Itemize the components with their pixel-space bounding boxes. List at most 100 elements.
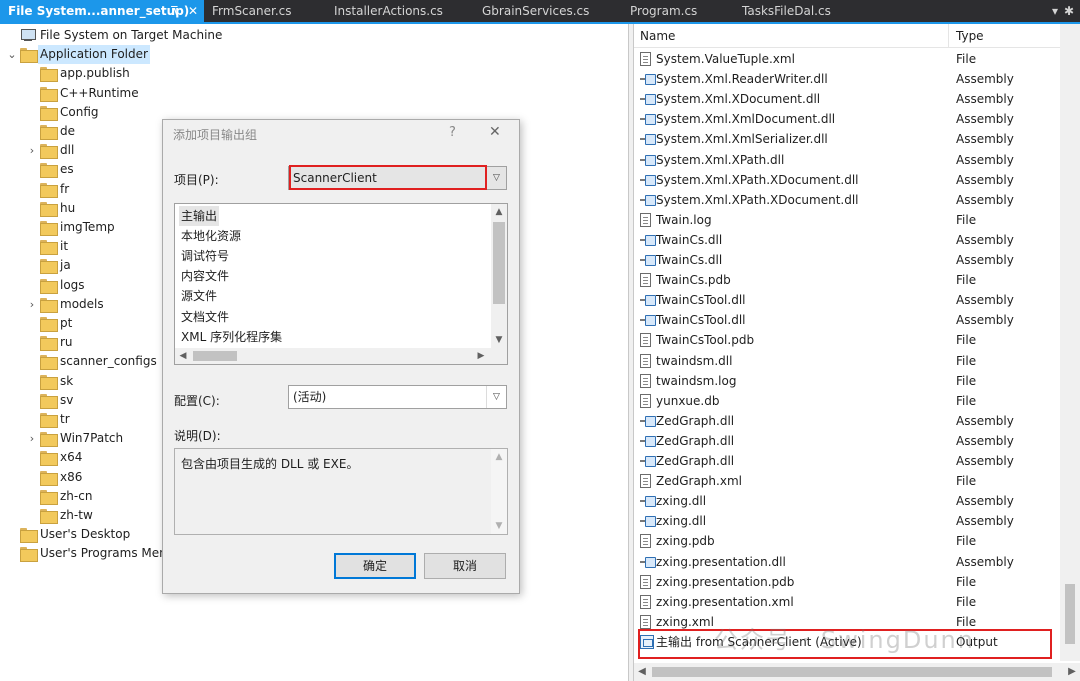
folder-icon (40, 451, 58, 467)
tree-item-label: Application Folder (38, 45, 150, 65)
list-item-type: Assembly (956, 554, 1014, 569)
chevron-down-icon[interactable]: ▽ (486, 386, 506, 408)
list-item[interactable]: zxing.dll Assembly (634, 491, 1060, 511)
close-icon[interactable]: ✕ (489, 124, 501, 140)
list-item[interactable]: ZedGraph.xml File (634, 471, 1060, 491)
list-item[interactable]: twaindsm.dll File (634, 351, 1060, 371)
scroll-left-icon[interactable]: ◀ (634, 663, 650, 681)
scroll-up-icon[interactable]: ▲ (491, 204, 507, 220)
list-vertical-scrollbar[interactable]: ▲ ▼ (491, 204, 507, 348)
list-item[interactable]: yunxue.db File (634, 391, 1060, 411)
chevron-down-icon[interactable]: ▽ (486, 167, 506, 189)
output-group-item[interactable]: 主输出 (179, 206, 220, 226)
settings-icon[interactable]: ✱ (1064, 0, 1074, 22)
list-item-type: File (956, 393, 977, 408)
scroll-thumb[interactable] (493, 222, 505, 304)
scroll-down-icon[interactable]: ▼ (491, 332, 507, 348)
folder-icon (40, 297, 58, 313)
scroll-thumb[interactable] (1065, 584, 1075, 644)
scroll-right-icon[interactable]: ▶ (1064, 663, 1080, 681)
tab-label: FrmScaner.cs (212, 4, 292, 18)
scroll-thumb[interactable] (652, 667, 1052, 677)
list-item-name: ZedGraph.dll (656, 454, 735, 468)
scroll-right-icon[interactable]: ▶ (473, 348, 489, 364)
list-item[interactable]: ZedGraph.dll Assembly (634, 451, 1060, 471)
folder-icon (40, 317, 58, 332)
folder-icon (40, 374, 58, 390)
expand-arrow-icon[interactable]: › (26, 295, 38, 314)
output-group-item[interactable]: 调试符号 (181, 246, 229, 266)
file-icon (640, 474, 654, 489)
tree-item-label: x86 (60, 469, 83, 484)
assembly-icon (640, 153, 656, 167)
scroll-thumb[interactable] (193, 351, 237, 361)
output-group-item[interactable]: 源文件 (181, 286, 217, 306)
pin-icon[interactable]: ⊼ (170, 0, 179, 22)
assembly-icon (640, 555, 656, 569)
help-icon[interactable]: ? (449, 125, 456, 140)
list-item[interactable]: System.Xml.XmlSerializer.dll Assembly (634, 129, 1060, 149)
output-group-item[interactable]: 内容文件 (181, 266, 229, 286)
scroll-left-icon[interactable]: ◀ (175, 348, 191, 364)
tab-program[interactable]: Program.cs (622, 0, 734, 22)
tab-frmscaner[interactable]: FrmScaner.cs (204, 0, 326, 22)
list-horizontal-scrollbar[interactable]: ◀ ▶ (634, 663, 1080, 681)
ok-button[interactable]: 确定 (334, 553, 416, 579)
list-item[interactable]: Twain.log File (634, 210, 1060, 230)
list-item[interactable]: TwainCsTool.dll Assembly (634, 290, 1060, 310)
list-item[interactable]: System.Xml.XPath.dll Assembly (634, 150, 1060, 170)
list-item-type: File (956, 212, 977, 227)
list-item[interactable]: System.Xml.XmlDocument.dll Assembly (634, 109, 1060, 129)
list-item-name: ZedGraph.dll (656, 433, 735, 448)
output-group-item[interactable]: 本地化资源 (181, 226, 241, 246)
tab-gbrainservices[interactable]: GbrainServices.cs (474, 0, 622, 22)
document-tab-strip: File System...anner_setup) ⊼ ✕ FrmScaner… (0, 0, 1080, 22)
list-item[interactable]: zxing.presentation.pdb File (634, 572, 1060, 592)
list-item[interactable]: zxing.presentation.xml File (634, 592, 1060, 612)
list-item-name: zxing.pdb (656, 534, 715, 549)
expand-arrow-icon[interactable]: › (26, 429, 38, 448)
list-item[interactable]: System.Xml.XPath.XDocument.dll Assembly (634, 190, 1060, 210)
list-item[interactable]: System.Xml.XPath.XDocument.dll Assembly (634, 170, 1060, 190)
tab-overflow-icon[interactable]: ▾ (1052, 0, 1058, 22)
output-group-item[interactable]: XML 序列化程序集 (181, 327, 282, 347)
list-item[interactable]: TwainCs.dll Assembly (634, 250, 1060, 270)
config-select[interactable]: (活动) ▽ (288, 385, 507, 409)
list-horizontal-scrollbar[interactable]: ◀ ▶ (175, 348, 507, 364)
folder-icon (40, 221, 58, 236)
list-item-name: System.Xml.ReaderWriter.dll (656, 72, 828, 87)
list-vertical-scrollbar[interactable] (1060, 24, 1080, 661)
list-item[interactable]: TwainCs.pdb File (634, 270, 1060, 290)
cancel-button[interactable]: 取消 (424, 553, 506, 579)
folder-icon (40, 278, 58, 294)
column-header-name[interactable]: Name (640, 24, 675, 48)
tab-tasksfiledal[interactable]: TasksFileDal.cs (734, 0, 870, 22)
list-item[interactable]: zxing.pdb File (634, 531, 1060, 551)
list-item-name: zxing.presentation.dll (656, 554, 786, 569)
list-item[interactable]: twaindsm.log File (634, 371, 1060, 391)
list-item[interactable]: TwainCsTool.dll Assembly (634, 310, 1060, 330)
column-separator[interactable] (948, 24, 949, 48)
list-item[interactable]: System.Xml.XDocument.dll Assembly (634, 89, 1060, 109)
list-item[interactable]: ZedGraph.dll Assembly (634, 431, 1060, 451)
output-group-item[interactable]: 文档文件 (181, 307, 229, 327)
tree-item-label: zh-tw (60, 508, 93, 522)
column-header-type[interactable]: Type (956, 24, 984, 48)
file-icon (640, 273, 654, 288)
list-item[interactable]: System.ValueTuple.xml File (634, 49, 1060, 69)
list-item[interactable]: ZedGraph.dll Assembly (634, 411, 1060, 431)
list-item-name: TwainCs.pdb (656, 273, 731, 288)
list-item[interactable]: zxing.dll Assembly (634, 511, 1060, 531)
list-item[interactable]: TwainCs.dll Assembly (634, 230, 1060, 250)
tree-item-label: imgTemp (60, 220, 115, 234)
list-item[interactable]: System.Xml.ReaderWriter.dll Assembly (634, 69, 1060, 89)
output-group-list[interactable]: 主输出 本地化资源 调试符号 内容文件 源文件 文档文件 XML 序列化程序集 ▲ ▼ ◀ … (174, 203, 508, 365)
list-item[interactable]: zxing.presentation.dll Assembly (634, 552, 1060, 572)
close-icon[interactable]: ✕ (188, 0, 198, 22)
tab-file-system[interactable]: File System...anner_setup) ⊼ ✕ (0, 0, 204, 22)
list-item[interactable]: TwainCsTool.pdb File (634, 330, 1060, 350)
assembly-icon (640, 193, 656, 207)
expand-arrow-icon[interactable]: ⌄ (6, 45, 18, 64)
expand-arrow-icon[interactable]: › (26, 141, 38, 160)
tab-installeractions[interactable]: InstallerActions.cs (326, 0, 474, 22)
